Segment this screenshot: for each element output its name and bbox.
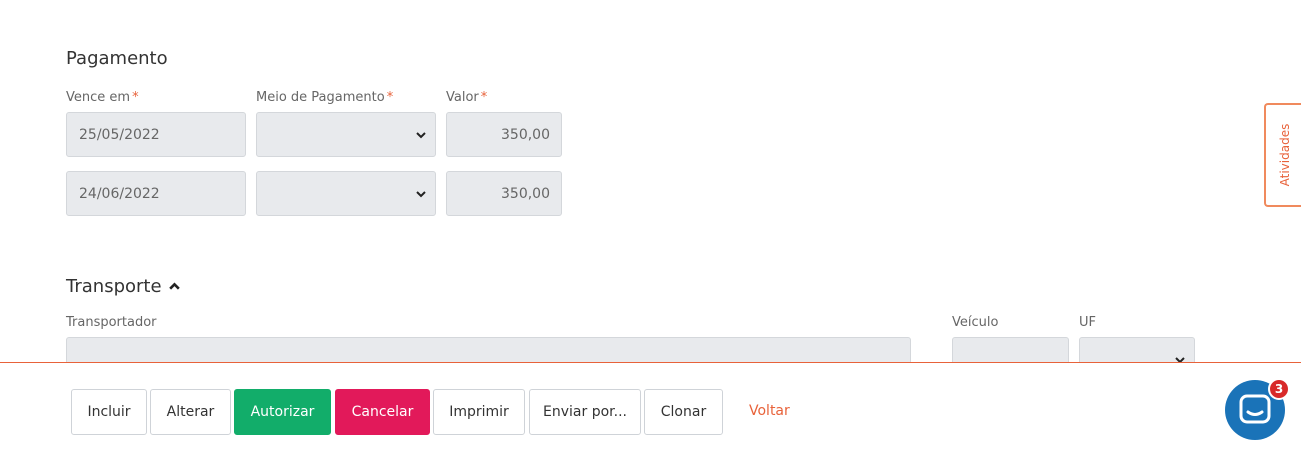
enviar-por-button[interactable]: Enviar por... xyxy=(529,389,641,435)
atividades-tab-label: Atividades xyxy=(1278,123,1292,187)
pagamento-title: Pagamento xyxy=(66,48,168,69)
action-toolbar: Incluir Alterar Autorizar Cancelar Impri… xyxy=(0,362,1301,453)
alterar-button[interactable]: Alterar xyxy=(150,389,231,435)
valor-label-text: Valor xyxy=(446,90,479,105)
voltar-link[interactable]: Voltar xyxy=(749,403,790,419)
required-mark: * xyxy=(132,90,139,105)
transporte-toggle[interactable]: Transporte xyxy=(66,276,181,297)
vence-em-field-1[interactable]: 25/05/2022 xyxy=(66,112,246,157)
meio-pagamento-label: Meio de Pagamento * xyxy=(256,90,393,105)
required-mark: * xyxy=(386,90,394,105)
chevron-down-icon xyxy=(416,190,426,197)
meio-pagamento-label-text: Meio de Pagamento xyxy=(256,90,385,105)
valor-field-2[interactable]: 350,00 xyxy=(446,171,562,216)
uf-label: UF xyxy=(1079,315,1096,330)
chevron-down-icon xyxy=(416,131,426,138)
vence-em-field-2[interactable]: 24/06/2022 xyxy=(66,171,246,216)
imprimir-button[interactable]: Imprimir xyxy=(433,389,525,435)
chevron-up-icon xyxy=(168,282,180,290)
vence-em-label-text: Vence em xyxy=(66,90,131,105)
meio-pagamento-select-2[interactable] xyxy=(256,171,436,216)
autorizar-button[interactable]: Autorizar xyxy=(234,389,331,435)
valor-label: Valor * xyxy=(446,90,487,105)
chat-notification-badge: 3 xyxy=(1268,378,1290,400)
vence-em-label: Vence em * xyxy=(66,90,139,105)
cancelar-button[interactable]: Cancelar xyxy=(335,389,430,435)
transporte-title: Transporte xyxy=(66,276,162,297)
required-mark: * xyxy=(480,90,488,105)
transportador-label: Transportador xyxy=(66,315,157,330)
atividades-tab[interactable]: Atividades xyxy=(1264,103,1301,207)
meio-pagamento-select-1[interactable] xyxy=(256,112,436,157)
incluir-button[interactable]: Incluir xyxy=(71,389,147,435)
valor-field-1[interactable]: 350,00 xyxy=(446,112,562,157)
clonar-button[interactable]: Clonar xyxy=(644,389,723,435)
veiculo-label: Veículo xyxy=(952,315,999,330)
